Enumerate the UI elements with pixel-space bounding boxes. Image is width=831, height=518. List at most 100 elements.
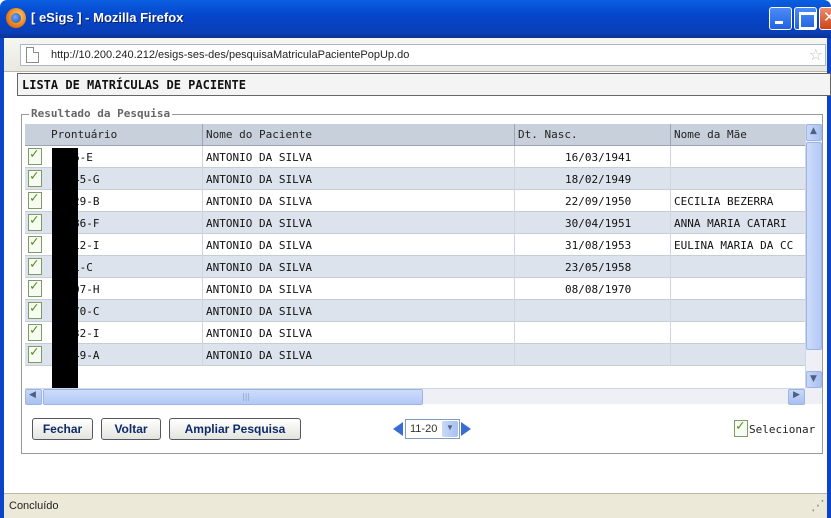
table-row[interactable]: 12-IANTONIO DA SILVA31/08/1953EULINA MAR… (25, 234, 805, 256)
window-title-bar: [ eSigs ] - Mozilla Firefox (0, 0, 831, 38)
scroll-corner (805, 388, 822, 404)
status-text: Concluído (9, 500, 59, 512)
column-divider (670, 256, 671, 278)
column-header-nome[interactable]: Nome do Paciente (206, 128, 312, 141)
scroll-down-button[interactable] (806, 371, 822, 388)
nome-cell: ANTONIO DA SILVA (206, 151, 312, 164)
fechar-button[interactable]: Fechar (32, 418, 93, 440)
vertical-scrollbar[interactable] (805, 124, 822, 388)
select-check-icon[interactable] (28, 322, 42, 341)
table-row[interactable]: 1-CANTONIO DA SILVA23/05/1958 (25, 256, 805, 278)
column-divider (514, 234, 515, 256)
column-divider (202, 256, 203, 278)
column-divider (670, 300, 671, 322)
chevron-down-icon[interactable] (442, 421, 458, 437)
page-range-select[interactable]: 11-20 (405, 419, 460, 439)
voltar-button[interactable]: Voltar (101, 418, 161, 440)
column-divider (514, 344, 515, 366)
column-divider (670, 146, 671, 168)
grid-body: 6-EANTONIO DA SILVA16/03/194145-GANTONIO… (25, 146, 805, 388)
column-divider (670, 168, 671, 190)
page-title: LISTA DE MATRÍCULAS DE PACIENTE (22, 78, 246, 92)
results-grid: Prontuário Nome do Paciente Dt. Nasc. No… (25, 124, 805, 388)
previous-page-icon[interactable] (393, 422, 403, 436)
select-check-icon[interactable] (28, 344, 42, 363)
page-range-value: 11-20 (410, 423, 438, 435)
column-divider (514, 256, 515, 278)
column-divider (202, 124, 203, 146)
ampliar-pesquisa-button[interactable]: Ampliar Pesquisa (169, 418, 301, 440)
table-row[interactable]: 45-GANTONIO DA SILVA18/02/1949 (25, 168, 805, 190)
column-divider (202, 322, 203, 344)
close-window-button[interactable] (819, 7, 831, 30)
column-divider (514, 146, 515, 168)
vertical-scroll-thumb[interactable] (806, 142, 822, 350)
scroll-left-button[interactable] (25, 389, 42, 405)
nome-mae-cell: EULINA MARIA DA CC (674, 239, 794, 252)
select-check-icon[interactable] (28, 234, 42, 253)
table-row[interactable]: 6-EANTONIO DA SILVA16/03/1941 (25, 146, 805, 168)
column-divider (202, 212, 203, 234)
select-check-icon[interactable] (28, 256, 42, 275)
column-header-mae[interactable]: Nome da Mãe (674, 128, 747, 141)
dt-nasc-cell: 23/05/1958 (565, 261, 632, 274)
column-divider (670, 234, 671, 256)
bookmark-star-icon[interactable]: ☆ (809, 45, 823, 64)
grid-header: Prontuário Nome do Paciente Dt. Nasc. No… (25, 124, 805, 146)
column-header-prontuario[interactable]: Prontuário (51, 128, 117, 141)
firefox-logo-icon (6, 8, 26, 28)
table-row[interactable]: 49-AANTONIO DA SILVA (25, 344, 805, 366)
column-divider (514, 190, 515, 212)
scroll-up-button[interactable] (806, 124, 822, 141)
column-divider (670, 344, 671, 366)
select-check-icon[interactable] (28, 168, 42, 187)
column-divider (514, 278, 515, 300)
nome-cell: ANTONIO DA SILVA (206, 239, 312, 252)
url-text: http://10.200.240.212/esigs-ses-des/pesq… (51, 49, 410, 61)
resize-grip-icon[interactable]: ⋰ (811, 498, 825, 514)
maximize-button[interactable] (794, 7, 817, 30)
dt-nasc-cell: 30/04/1951 (565, 217, 632, 230)
table-row[interactable]: 07-HANTONIO DA SILVA08/08/1970 (25, 278, 805, 300)
next-page-icon[interactable] (461, 422, 471, 436)
select-check-icon (734, 418, 748, 437)
scroll-right-button[interactable] (788, 389, 805, 405)
column-divider (202, 278, 203, 300)
table-row[interactable]: 70-CANTONIO DA SILVA (25, 300, 805, 322)
select-check-icon[interactable] (28, 300, 42, 319)
table-row[interactable]: 86-FANTONIO DA SILVA30/04/1951ANNA MARIA… (25, 212, 805, 234)
nome-cell: ANTONIO DA SILVA (206, 217, 312, 230)
column-divider (202, 300, 203, 322)
minimize-button[interactable] (769, 7, 792, 30)
grip-icon: ||| (242, 392, 251, 401)
nome-mae-cell: ANNA MARIA CATARI (674, 217, 787, 230)
select-check-icon[interactable] (28, 190, 42, 209)
address-bar: http://10.200.240.212/esigs-ses-des/pesq… (0, 38, 831, 72)
column-divider (670, 124, 671, 146)
page-icon (26, 47, 39, 63)
select-check-icon[interactable] (28, 278, 42, 297)
select-check-icon[interactable] (28, 212, 42, 231)
table-row[interactable]: 29-BANTONIO DA SILVA22/09/1950CECILIA BE… (25, 190, 805, 212)
nome-cell: ANTONIO DA SILVA (206, 195, 312, 208)
horizontal-scrollbar[interactable]: ||| (25, 388, 805, 405)
column-divider (670, 190, 671, 212)
column-header-dt-nasc[interactable]: Dt. Nasc. (518, 128, 578, 141)
dt-nasc-cell: 18/02/1949 (565, 173, 632, 186)
table-row[interactable]: 32-IANTONIO DA SILVA (25, 322, 805, 344)
horizontal-scroll-thumb[interactable]: ||| (43, 389, 423, 405)
column-divider (202, 234, 203, 256)
column-divider (514, 322, 515, 344)
url-field[interactable]: http://10.200.240.212/esigs-ses-des/pesq… (20, 44, 826, 66)
redaction-block (52, 148, 78, 388)
column-divider (514, 300, 515, 322)
dt-nasc-cell: 08/08/1970 (565, 283, 632, 296)
column-divider (670, 278, 671, 300)
nome-cell: ANTONIO DA SILVA (206, 173, 312, 186)
column-divider (670, 212, 671, 234)
select-check-icon[interactable] (28, 146, 42, 165)
column-divider (202, 146, 203, 168)
nome-cell: ANTONIO DA SILVA (206, 283, 312, 296)
status-bar: Concluído ⋰ (4, 493, 827, 518)
column-divider (514, 168, 515, 190)
